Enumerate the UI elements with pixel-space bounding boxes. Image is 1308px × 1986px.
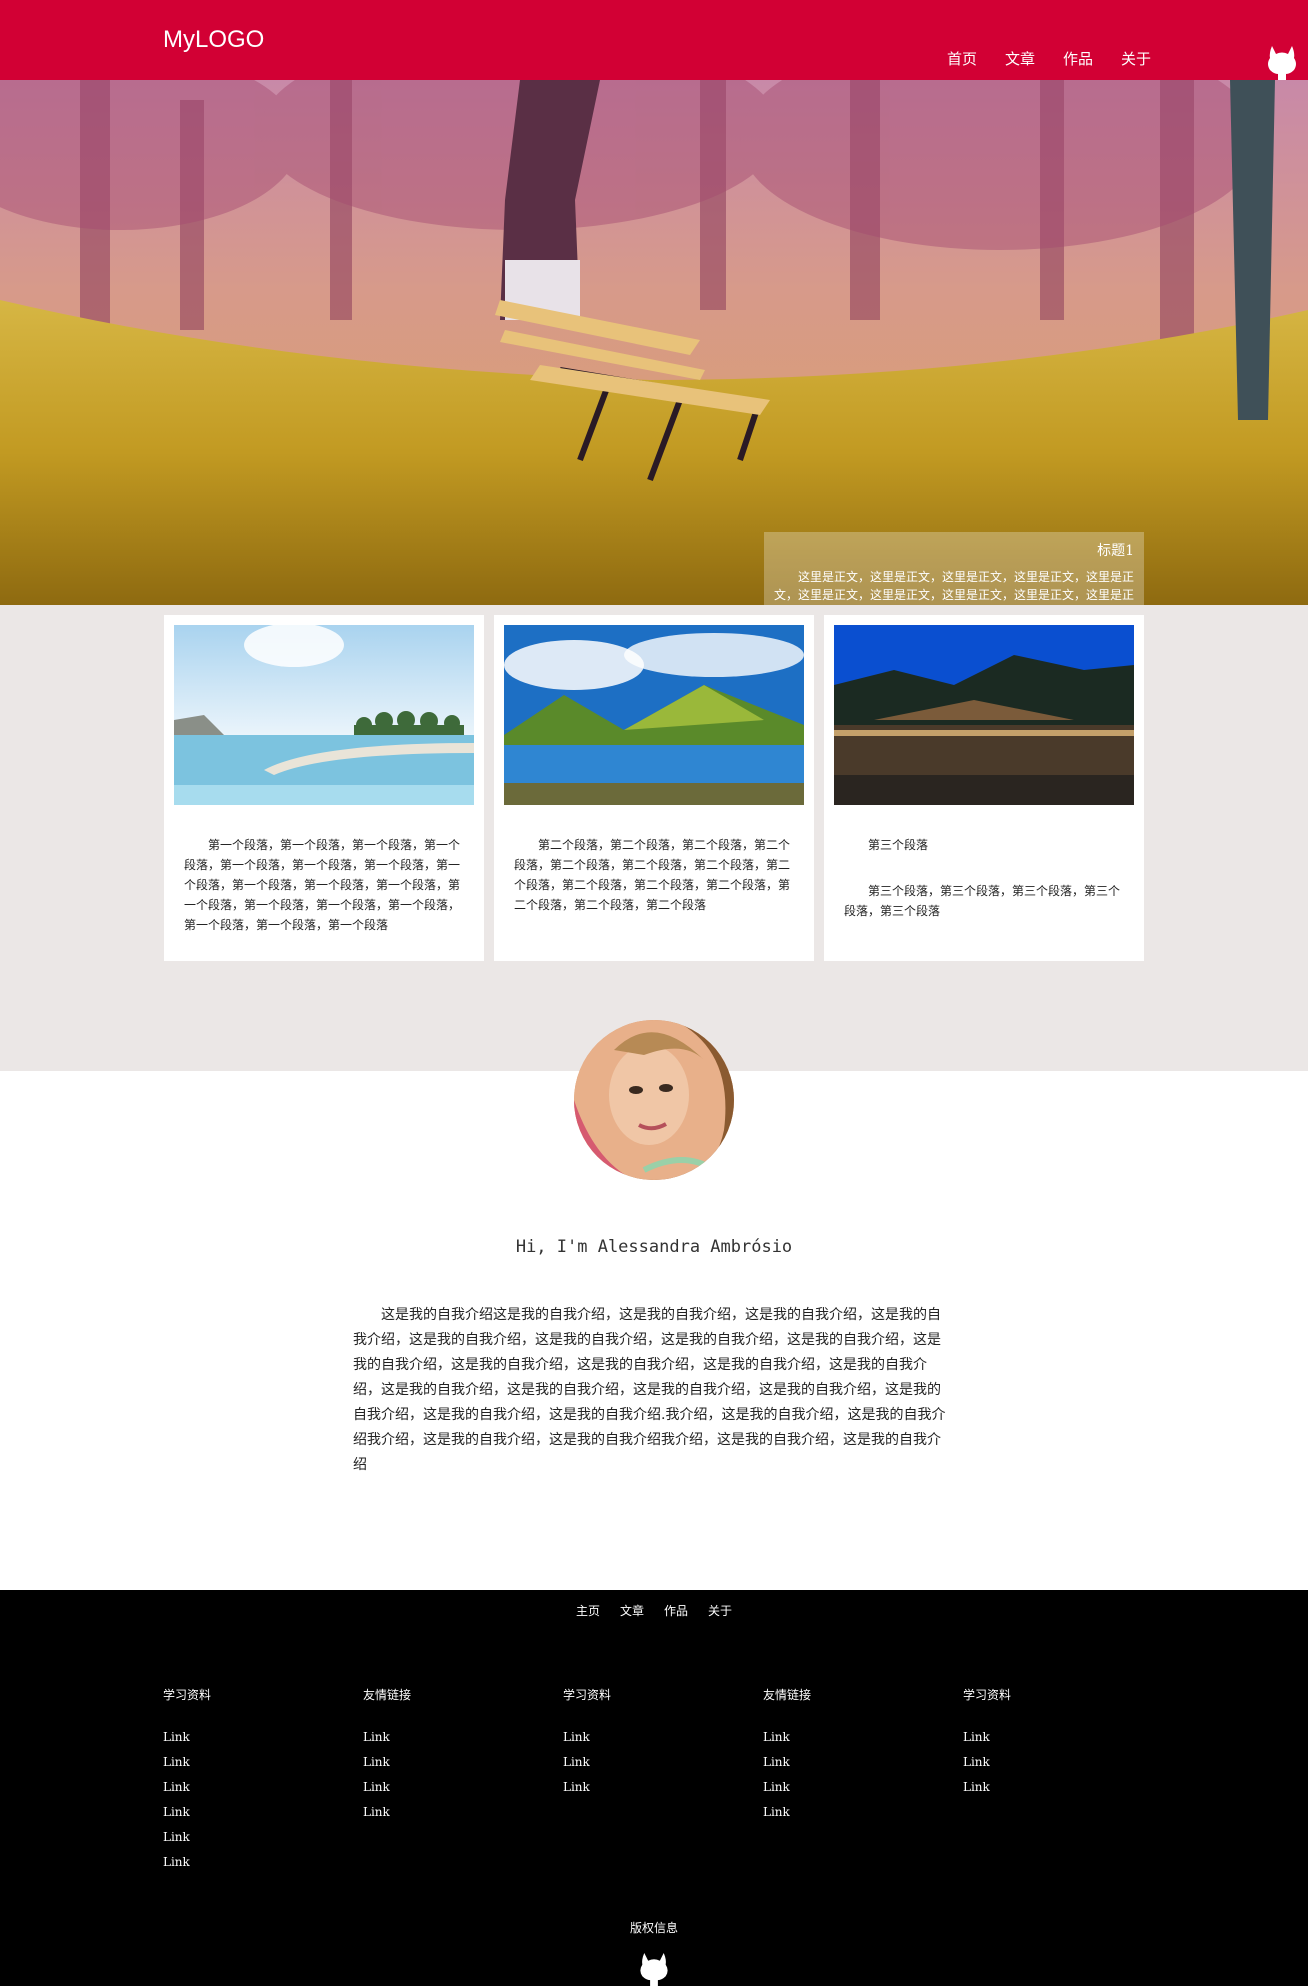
card-2-image xyxy=(504,625,804,805)
footer-column-1: 学习资料 Link Link Link Link Link Link xyxy=(163,1686,343,1875)
footer-link[interactable]: Link xyxy=(363,1750,543,1775)
hero-caption-title: 标题1 xyxy=(1097,543,1134,559)
profile-intro: 这是我的自我介绍这是我的自我介绍，这是我的自我介绍，这是我的自我介绍，这是我的自… xyxy=(353,1307,946,1473)
hero-banner: 标题1 这里是正文，这里是正文，这里是正文，这里是正文，这里是正文，这里是正文，… xyxy=(0,80,1308,605)
footer-nav-about-link[interactable]: 关于 xyxy=(708,1602,732,1619)
footer-nav: 主页 文章 作品 关于 xyxy=(0,1602,1308,1619)
footer-link[interactable]: Link xyxy=(363,1800,543,1825)
main-nav: 首页 文章 作品 关于 xyxy=(947,48,1151,69)
footer-link[interactable]: Link xyxy=(163,1750,343,1775)
footer-link[interactable]: Link xyxy=(963,1750,1143,1775)
card-2: 第二个段落，第二个段落，第二个段落，第二个段落，第二个段落，第二个段落，第二个段… xyxy=(494,615,814,961)
footer-link[interactable]: Link xyxy=(363,1725,543,1750)
nav-about-link[interactable]: 关于 xyxy=(1121,48,1151,69)
park-bench-illustration xyxy=(0,80,1308,605)
footer-column-4: 友情链接 Link Link Link Link xyxy=(763,1686,943,1825)
card-3-paragraph-2: 第三个段落，第三个段落，第三个段落，第三个段落，第三个段落 xyxy=(844,884,1121,918)
footer-nav-home-link[interactable]: 主页 xyxy=(576,1602,600,1619)
profile-greeting: Hi, I'm Alessandra Ambrósio xyxy=(515,1237,793,1257)
profile-photo xyxy=(574,1020,734,1180)
card-1-paragraph: 第一个段落，第一个段落，第一个段落，第一个段落，第一个段落，第一个段落，第一个段… xyxy=(184,838,461,932)
nav-articles-link[interactable]: 文章 xyxy=(1005,48,1035,69)
card-1: 第一个段落，第一个段落，第一个段落，第一个段落，第一个段落，第一个段落，第一个段… xyxy=(164,615,484,961)
footer-link[interactable]: Link xyxy=(563,1725,743,1750)
footer-link[interactable]: Link xyxy=(763,1725,943,1750)
nav-works-link[interactable]: 作品 xyxy=(1063,48,1093,69)
card-1-image xyxy=(174,625,474,805)
site-footer: 主页 文章 作品 关于 学习资料 Link Link Link Link Lin… xyxy=(0,1590,1308,1986)
footer-link[interactable]: Link xyxy=(363,1775,543,1800)
footer-link[interactable]: Link xyxy=(963,1775,1143,1800)
footer-link[interactable]: Link xyxy=(563,1750,743,1775)
footer-link[interactable]: Link xyxy=(163,1850,343,1875)
profile-avatar xyxy=(574,1020,734,1180)
card-3: 第三个段落 第三个段落，第三个段落，第三个段落，第三个段落，第三个段落 xyxy=(824,615,1144,961)
footer-nav-works-link[interactable]: 作品 xyxy=(664,1602,688,1619)
footer-link[interactable]: Link xyxy=(163,1800,343,1825)
site-logo[interactable]: MyLOGO xyxy=(163,26,264,54)
copyright-text: 版权信息 xyxy=(629,1921,678,1935)
hero-caption-body: 这里是正文，这里是正文，这里是正文，这里是正文，这里是正文，这里是正文，这里是正… xyxy=(774,570,1135,602)
card-3-paragraph-1: 第三个段落 xyxy=(868,838,929,852)
footer-link[interactable]: Link xyxy=(763,1750,943,1775)
github-octocat-icon[interactable] xyxy=(638,1951,670,1986)
footer-column-3: 学习资料 Link Link Link xyxy=(563,1686,743,1800)
nav-home-link[interactable]: 首页 xyxy=(947,48,977,69)
github-octocat-icon[interactable] xyxy=(1266,44,1298,80)
footer-link[interactable]: Link xyxy=(163,1825,343,1850)
footer-column-title: 友情链接 xyxy=(763,1688,812,1702)
footer-link[interactable]: Link xyxy=(963,1725,1143,1750)
footer-link[interactable]: Link xyxy=(763,1775,943,1800)
footer-nav-articles-link[interactable]: 文章 xyxy=(620,1602,644,1619)
footer-link[interactable]: Link xyxy=(563,1775,743,1800)
footer-link[interactable]: Link xyxy=(763,1800,943,1825)
card-3-text: 第三个段落 第三个段落，第三个段落，第三个段落，第三个段落，第三个段落 xyxy=(834,805,1134,921)
site-header: MyLOGO 首页 文章 作品 关于 xyxy=(0,0,1308,80)
card-3-image xyxy=(834,625,1134,805)
footer-column-title: 学习资料 xyxy=(563,1688,612,1702)
footer-column-title: 学习资料 xyxy=(963,1688,1012,1702)
hero-caption: 标题1 这里是正文，这里是正文，这里是正文，这里是正文，这里是正文，这里是正文，… xyxy=(764,532,1144,605)
card-2-text: 第二个段落，第二个段落，第二个段落，第二个段落，第二个段落，第二个段落，第二个段… xyxy=(504,805,804,915)
footer-column-2: 友情链接 Link Link Link Link xyxy=(363,1686,543,1825)
footer-link[interactable]: Link xyxy=(163,1725,343,1750)
footer-column-title: 学习资料 xyxy=(163,1688,212,1702)
footer-column-5: 学习资料 Link Link Link xyxy=(963,1686,1143,1800)
card-1-text: 第一个段落，第一个段落，第一个段落，第一个段落，第一个段落，第一个段落，第一个段… xyxy=(174,805,474,935)
card-2-paragraph: 第二个段落，第二个段落，第二个段落，第二个段落，第二个段落，第二个段落，第二个段… xyxy=(514,838,791,912)
footer-column-title: 友情链接 xyxy=(363,1688,412,1702)
footer-link[interactable]: Link xyxy=(163,1775,343,1800)
